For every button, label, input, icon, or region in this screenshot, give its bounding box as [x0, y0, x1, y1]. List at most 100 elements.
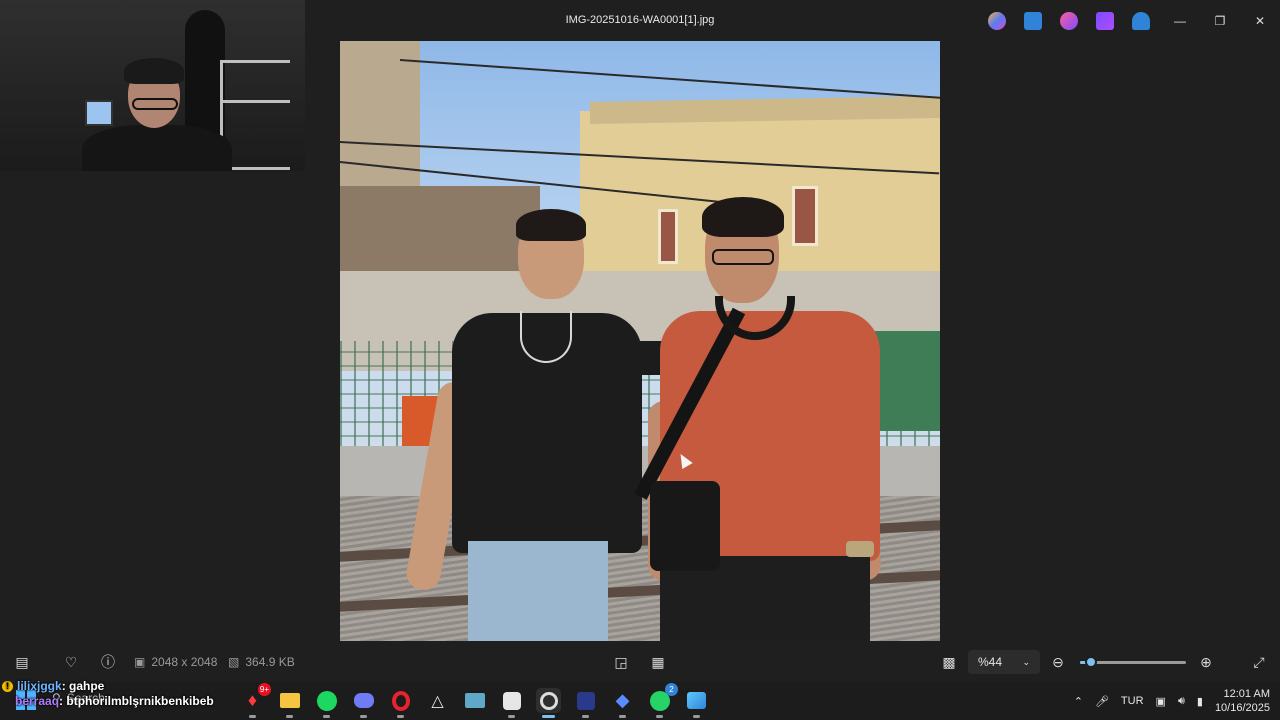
file-size-text: 364.9 KB — [245, 655, 295, 669]
running-indicator — [656, 715, 663, 718]
info-icon: ⓘ — [101, 654, 115, 670]
running-indicator — [323, 715, 330, 718]
photo-person-left-jeans — [468, 541, 608, 641]
stream-chat-overlay: ! lilixjggk: gahpe berraaq: btphorilmblşr… — [2, 679, 214, 709]
photo-person-left-hair — [516, 209, 586, 241]
running-indicator — [360, 715, 367, 718]
fullscreen-button[interactable]: ⤢ — [1250, 652, 1268, 672]
app-11-icon[interactable]: ◆ — [610, 688, 635, 718]
visual-search-button[interactable]: ◲ — [612, 652, 630, 672]
whatsapp-icon[interactable]: 2 — [647, 683, 678, 718]
zoom-dropdown[interactable]: %44 ⌄ — [968, 650, 1040, 674]
running-indicator — [582, 715, 589, 718]
zoom-slider-thumb[interactable] — [1084, 656, 1097, 668]
filmstrip-icon: ▤ — [15, 653, 29, 670]
webcam-monitor — [85, 100, 113, 126]
app-7-icon[interactable] — [462, 688, 487, 713]
displayed-photo[interactable] — [340, 41, 940, 641]
chat-message: ! lilixjggk: gahpe — [2, 679, 214, 694]
running-indicator — [286, 715, 293, 718]
chat-text: : btphorilmblşrnikbenkibeb — [59, 694, 214, 708]
scan-text-icon: ▦ — [651, 653, 665, 670]
notification-badge: 2 — [665, 683, 678, 696]
obs-icon[interactable] — [536, 688, 561, 718]
dimensions-text: 2048 x 2048 — [151, 655, 218, 669]
photos-app-window: IMG-20251016-WA0001[1].jpg — ❐ ✕ ▤ ♡ ⓘ ▣… — [0, 0, 1280, 720]
app-10-icon[interactable] — [573, 688, 598, 718]
file-size-icon: ▧ — [228, 655, 240, 669]
running-indicator — [693, 715, 700, 718]
running-indicator — [508, 715, 515, 718]
scan-text-button[interactable]: ▦ — [649, 652, 667, 672]
info-button[interactable]: ⓘ — [99, 652, 117, 672]
clipchamp-icon[interactable] — [1096, 12, 1114, 30]
webcam-glasses — [132, 98, 178, 110]
viewer-toolbar: ▤ ♡ ⓘ ▣ 2048 x 2048 ▧ 364.9 KB ◲ ▦ ▩ %44… — [0, 644, 1280, 680]
photo-bag — [650, 481, 720, 571]
app-6-icon[interactable]: △ — [425, 688, 450, 713]
photo-window — [792, 186, 818, 246]
opera-icon[interactable] — [388, 688, 413, 718]
window-title: IMG-20251016-WA0001[1].jpg — [565, 14, 715, 26]
expand-icon: ⤢ — [1253, 653, 1265, 670]
photo-window — [658, 209, 678, 264]
dimensions-icon: ▣ — [134, 655, 146, 669]
filmstrip-button[interactable]: ▤ — [13, 652, 31, 672]
actual-size-icon: ▩ — [942, 653, 956, 670]
onedrive-icon[interactable] — [1132, 12, 1150, 30]
chat-badge-icon: ! — [2, 681, 13, 693]
language-indicator[interactable]: TUR — [1121, 695, 1144, 707]
webcam-person-hair — [124, 58, 184, 84]
copilot-icon[interactable] — [988, 12, 1006, 30]
window-controls: — ❐ ✕ — [1160, 10, 1280, 32]
app-1-icon[interactable]: ♦ 9+ — [240, 683, 271, 718]
active-indicator — [542, 715, 555, 718]
zoom-out-icon: ⊖ — [1052, 653, 1064, 670]
taskbar-apps: ♦ 9+ △ ◆ 2 — [240, 683, 709, 718]
photo-person-right-hair — [702, 197, 784, 237]
minimize-icon[interactable]: — — [1169, 10, 1191, 32]
zoom-value: %44 — [978, 655, 1003, 669]
chat-username: lilixjggk — [17, 679, 62, 693]
close-icon[interactable]: ✕ — [1249, 10, 1271, 32]
edit-icon[interactable] — [1024, 12, 1042, 30]
zoom-slider[interactable] — [1080, 656, 1186, 668]
clock[interactable]: 12:01 AM 10/16/2025 — [1215, 687, 1270, 715]
actual-size-button[interactable]: ▩ — [940, 652, 958, 672]
webcam-overlay — [0, 0, 305, 171]
visual-search-icon: ◲ — [614, 653, 628, 670]
chat-message: berraaq: btphorilmblşrnikbenkibeb — [2, 694, 214, 709]
chevron-up-icon[interactable]: ⌃ — [1074, 695, 1083, 708]
chevron-down-icon: ⌄ — [1022, 656, 1030, 667]
designer-icon[interactable] — [1060, 12, 1078, 30]
system-tray: ⌃ 🎤︎ TUR ▣ 🔊︎ ▮ 12:01 AM 10/16/2025 — [1074, 686, 1270, 716]
photo-building-left-lower — [340, 186, 540, 276]
file-size: ▧ 364.9 KB — [228, 652, 295, 672]
image-dimensions: ▣ 2048 x 2048 — [134, 652, 217, 672]
photos-icon[interactable] — [684, 688, 709, 718]
running-indicator — [397, 715, 404, 718]
photo-chain-necklace — [520, 311, 572, 363]
battery-icon[interactable]: ▮ — [1197, 695, 1203, 708]
discord-icon[interactable] — [351, 688, 376, 718]
network-icon[interactable]: ▣ — [1156, 695, 1166, 708]
restore-icon[interactable]: ❐ — [1209, 10, 1231, 32]
spotify-icon[interactable] — [314, 688, 339, 718]
clock-time: 12:01 AM — [1223, 688, 1270, 700]
zoom-in-button[interactable]: ⊕ — [1197, 652, 1215, 672]
running-indicator — [249, 715, 256, 718]
file-explorer-icon[interactable] — [277, 688, 302, 718]
running-indicator — [619, 715, 626, 718]
photo-glasses — [712, 249, 774, 265]
heart-icon: ♡ — [64, 653, 78, 670]
volume-icon[interactable]: 🔊︎ — [1178, 695, 1185, 708]
zoom-out-button[interactable]: ⊖ — [1049, 652, 1067, 672]
webcam-shelf — [220, 100, 290, 103]
photo-watch — [846, 541, 874, 557]
favorite-button[interactable]: ♡ — [62, 652, 80, 672]
chat-text: : gahpe — [61, 679, 105, 693]
webcam-person-body — [82, 125, 232, 171]
app-8-icon[interactable] — [499, 688, 524, 718]
title-bar-actions — [988, 12, 1150, 30]
microphone-icon[interactable]: 🎤︎ — [1095, 695, 1109, 708]
